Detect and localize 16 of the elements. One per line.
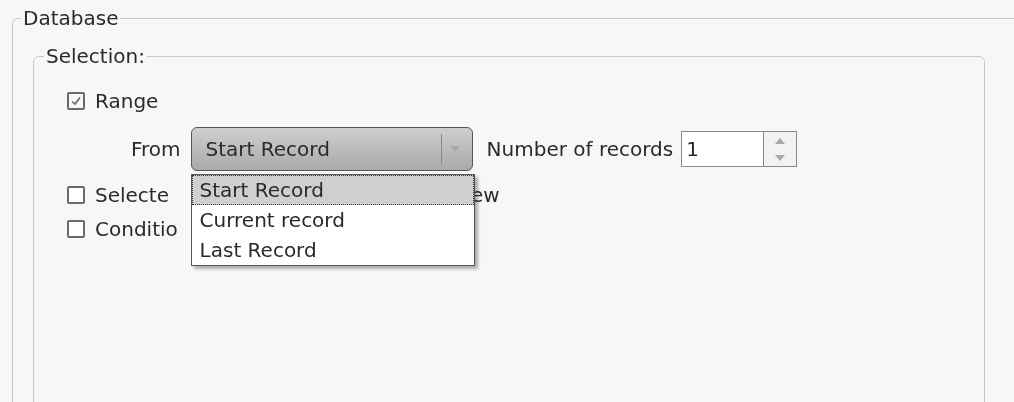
dropdown-item[interactable]: Current record [191, 205, 474, 235]
checkbox-label: Conditio [95, 217, 178, 241]
from-dropdown[interactable]: Start Record [190, 127, 473, 171]
records-label: Number of records [486, 137, 674, 161]
from-label: From [131, 137, 181, 161]
checkbox-label: Range [95, 89, 159, 113]
checkbox[interactable] [67, 92, 85, 110]
checkbox[interactable] [67, 220, 85, 238]
checkbox-label: Selecte [95, 183, 169, 207]
group-title: Selection: [45, 44, 146, 68]
check-icon [70, 95, 82, 107]
dropdown-item[interactable]: Start Record [191, 175, 474, 205]
caret-icon [449, 146, 460, 152]
group-title: Database [22, 6, 120, 30]
checkbox[interactable] [67, 186, 85, 204]
dropdown-item[interactable]: Last Record [191, 235, 474, 265]
